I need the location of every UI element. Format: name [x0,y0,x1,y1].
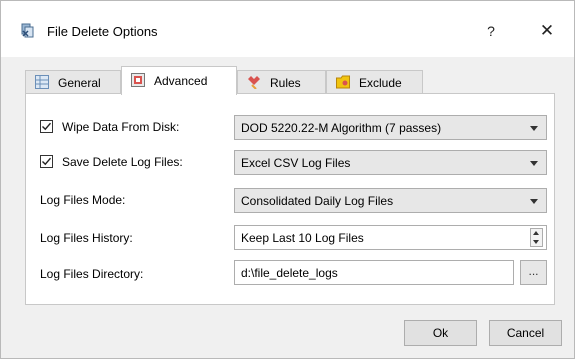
title-bar[interactable]: File Delete Options ? ✕ [1,1,574,57]
spin-up-icon[interactable] [531,229,542,237]
log-mode-value: Consolidated Daily Log Files [241,194,394,208]
log-format-select[interactable]: Excel CSV Log Files [234,150,547,175]
tab-rules[interactable]: Rules [237,70,326,94]
log-history-spinner[interactable]: Keep Last 10 Log Files [234,225,547,250]
dialog-title: File Delete Options [47,24,158,39]
app-icon [20,23,36,39]
chevron-down-icon [530,126,538,131]
chevron-down-icon [530,199,538,204]
tab-rules-label: Rules [270,76,301,90]
log-dir-input[interactable]: d:\file_delete_logs [234,260,514,285]
cancel-button[interactable]: Cancel [489,320,562,346]
wipe-data-checkbox[interactable] [40,120,53,133]
save-log-label: Save Delete Log Files: [62,155,183,169]
tab-exclude[interactable]: Exclude [326,70,423,94]
folder-icon [336,75,350,89]
log-format-value: Excel CSV Log Files [241,156,351,170]
tools-icon [247,75,261,90]
checkmark-icon [42,157,52,166]
tab-exclude-label: Exclude [359,76,402,90]
log-mode-label: Log Files Mode: [40,193,126,207]
log-history-label: Log Files History: [40,231,133,245]
log-dir-value: d:\file_delete_logs [241,266,338,280]
chevron-down-icon [530,161,538,166]
wipe-algorithm-select[interactable]: DOD 5220.22-M Algorithm (7 passes) [234,115,547,140]
help-button[interactable]: ? [473,15,509,47]
tab-bar: General Advanced Rules Exclude [25,66,555,95]
tab-advanced[interactable]: Advanced [121,66,237,95]
log-dir-label: Log Files Directory: [40,267,144,281]
file-delete-options-dialog: File Delete Options ? ✕ General Advanced… [0,0,575,359]
wipe-algorithm-value: DOD 5220.22-M Algorithm (7 passes) [241,121,442,135]
tab-advanced-label: Advanced [154,74,208,88]
close-button[interactable]: ✕ [527,15,567,47]
ok-button[interactable]: Ok [404,320,477,346]
settings-icon [131,73,145,87]
tab-general[interactable]: General [25,70,121,94]
grid-icon [35,75,49,89]
tab-general-label: General [58,76,101,90]
browse-button[interactable]: ... [520,260,547,285]
save-log-checkbox[interactable] [40,155,53,168]
spinner-control [530,228,543,247]
spin-down-icon[interactable] [531,238,542,246]
advanced-panel: Wipe Data From Disk: DOD 5220.22-M Algor… [25,93,555,305]
wipe-data-label: Wipe Data From Disk: [62,120,180,134]
log-mode-select[interactable]: Consolidated Daily Log Files [234,188,547,213]
log-history-value: Keep Last 10 Log Files [241,231,364,245]
checkmark-icon [42,122,52,131]
